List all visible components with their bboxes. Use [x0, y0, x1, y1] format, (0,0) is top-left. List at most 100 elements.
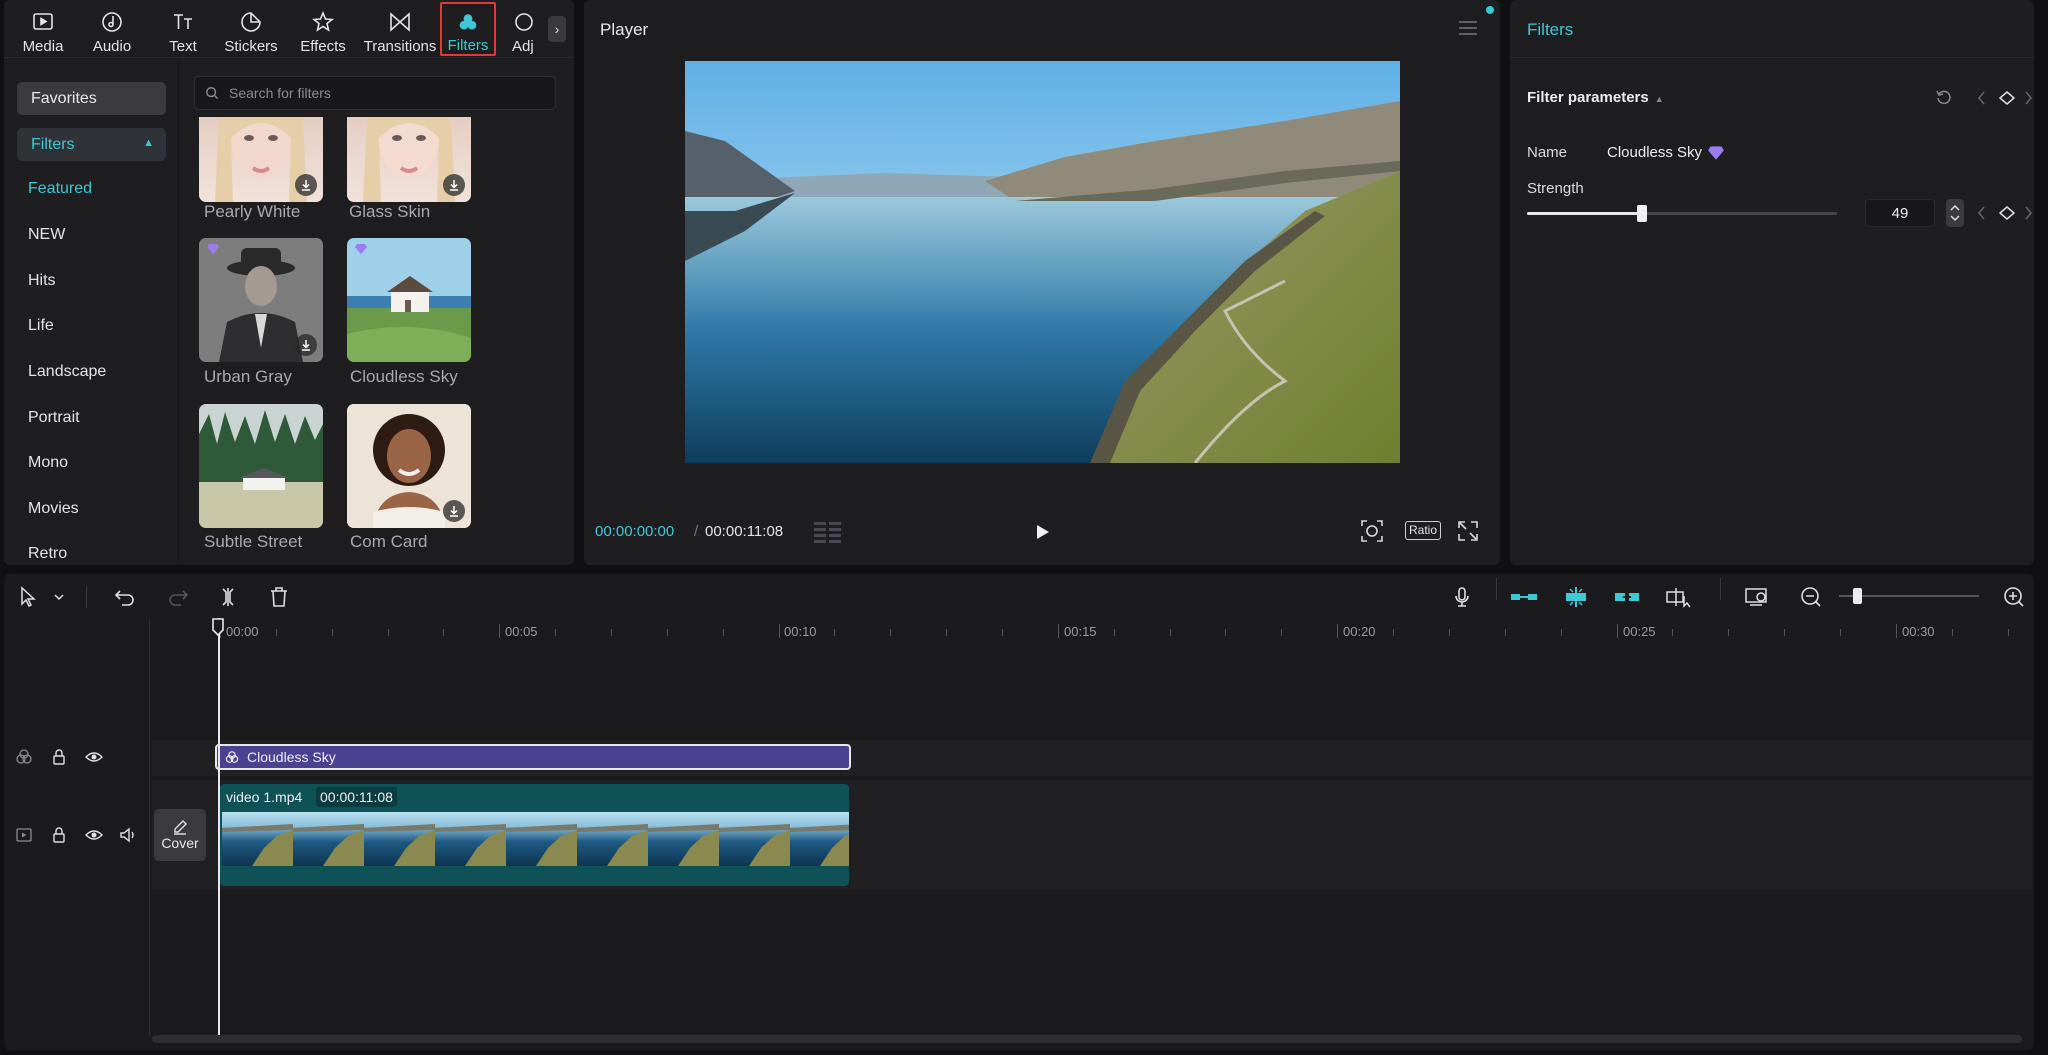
- download-button[interactable]: [295, 174, 317, 196]
- video-clip[interactable]: video 1.mp4 00:00:11:08: [220, 784, 849, 886]
- preview-axis-icon[interactable]: [1664, 586, 1694, 608]
- tab-filters[interactable]: Filters: [440, 2, 496, 56]
- fullscreen-icon[interactable]: [1457, 520, 1479, 542]
- download-button[interactable]: [295, 334, 317, 356]
- split-icon[interactable]: [217, 586, 239, 608]
- filter-thumb-com-card[interactable]: [347, 404, 471, 528]
- keyframe-nav-icon[interactable]: [1976, 90, 2034, 106]
- category-filters[interactable]: Filters ▲: [17, 128, 166, 161]
- timeline-thumbnail-icon[interactable]: [1744, 586, 1770, 608]
- ruler-tick: [1895, 624, 1897, 638]
- filters-icon: [459, 14, 477, 30]
- tab-audio-label: Audio: [92, 38, 132, 55]
- microphone-icon[interactable]: [1451, 586, 1473, 608]
- chevron-right-icon: ›: [554, 21, 560, 37]
- zoom-slider[interactable]: [1839, 588, 1979, 604]
- ruler-label: 00:15: [1064, 624, 1097, 639]
- filter-thumb-pearly-white[interactable]: [199, 117, 323, 202]
- timecode-separator: /: [694, 523, 699, 540]
- playhead[interactable]: [218, 618, 220, 1036]
- screenshot-icon[interactable]: [1360, 519, 1384, 543]
- video-preview[interactable]: [685, 61, 1400, 463]
- category-favorites[interactable]: Favorites: [17, 82, 166, 115]
- search-input[interactable]: [229, 85, 529, 101]
- filter-thumb-subtle-street[interactable]: [199, 404, 323, 528]
- tab-text[interactable]: Text: [158, 2, 208, 56]
- ruler-tick: [1784, 629, 1786, 636]
- select-cursor-icon[interactable]: [18, 586, 40, 608]
- strength-input[interactable]: 49: [1865, 199, 1935, 227]
- main-track-magnet-icon[interactable]: [1509, 586, 1539, 608]
- zoom-in-icon[interactable]: [2003, 586, 2025, 608]
- zoom-out-icon[interactable]: [1800, 586, 1822, 608]
- filmstrip-frame: [506, 812, 577, 866]
- filter-clip[interactable]: Cloudless Sky: [215, 744, 851, 770]
- tab-transitions[interactable]: Transitions: [360, 2, 440, 56]
- reset-icon[interactable]: [1935, 88, 1953, 106]
- category-new[interactable]: NEW: [28, 226, 65, 244]
- strength-slider[interactable]: [1527, 205, 1837, 222]
- auto-snap-icon[interactable]: [1561, 586, 1591, 608]
- tab-stickers[interactable]: Stickers: [221, 2, 281, 56]
- timeline-horizontal-scrollbar[interactable]: [152, 1035, 2022, 1043]
- zoom-slider-thumb[interactable]: [1853, 588, 1862, 604]
- eye-icon[interactable]: [85, 748, 103, 766]
- ruler-tick: [890, 629, 892, 636]
- play-icon[interactable]: [1032, 522, 1052, 542]
- playhead-handle-icon[interactable]: [211, 618, 225, 636]
- stepper-arrows-icon: [1950, 204, 1960, 222]
- premium-gem-icon: [355, 244, 367, 254]
- eye-icon[interactable]: [85, 826, 103, 844]
- redo-icon[interactable]: [167, 586, 189, 608]
- chevron-down-icon[interactable]: [52, 586, 66, 608]
- category-hits[interactable]: Hits: [28, 272, 56, 290]
- lock-icon[interactable]: [50, 748, 68, 766]
- download-icon: [450, 180, 458, 191]
- category-landscape[interactable]: Landscape: [28, 363, 106, 381]
- strength-slider-thumb[interactable]: [1637, 205, 1648, 222]
- filter-thumb-urban-gray[interactable]: [199, 238, 323, 362]
- strength-stepper[interactable]: [1946, 199, 1964, 227]
- audio-icon: [102, 12, 122, 32]
- category-retro[interactable]: Retro: [28, 545, 67, 563]
- ruler-tick: [443, 629, 445, 636]
- delete-icon[interactable]: [268, 586, 290, 608]
- filmstrip-frame: [577, 812, 648, 866]
- download-icon: [302, 340, 310, 351]
- filter-parameters-heading[interactable]: Filter parameters ▲: [1527, 89, 1664, 106]
- speaker-icon[interactable]: [119, 826, 137, 844]
- tab-adjustment[interactable]: Adj: [512, 2, 542, 56]
- linkage-icon[interactable]: [1612, 586, 1642, 608]
- ruler-tick: [1672, 629, 1674, 636]
- tab-audio[interactable]: Audio: [87, 2, 137, 56]
- download-button[interactable]: [443, 500, 465, 522]
- toolbar-divider: [86, 586, 87, 608]
- ruler-tick: [778, 624, 780, 638]
- category-life[interactable]: Life: [28, 317, 54, 335]
- tab-transitions-label: Transitions: [363, 38, 437, 55]
- download-button[interactable]: [443, 174, 465, 196]
- menu-icon[interactable]: [1458, 20, 1478, 36]
- keyframe-nav-icon[interactable]: [1976, 205, 2034, 221]
- cover-button[interactable]: Cover: [154, 809, 206, 861]
- tab-effects[interactable]: Effects: [295, 2, 351, 56]
- ruler-label: 00:00: [226, 624, 259, 639]
- category-featured[interactable]: Featured: [28, 180, 92, 198]
- category-portrait[interactable]: Portrait: [28, 409, 80, 427]
- strength-slider-fill: [1527, 212, 1643, 215]
- category-movies[interactable]: Movies: [28, 500, 79, 518]
- tab-media[interactable]: Media: [18, 2, 68, 56]
- timeline-grid-icon[interactable]: [813, 520, 843, 544]
- filter-search-box[interactable]: [194, 76, 556, 110]
- tab-effects-label: Effects: [300, 38, 346, 55]
- lock-icon[interactable]: [50, 826, 68, 844]
- ratio-button[interactable]: Ratio: [1405, 521, 1442, 540]
- undo-icon[interactable]: [114, 586, 136, 608]
- category-mono[interactable]: Mono: [28, 454, 68, 472]
- ruler-tick: [1393, 629, 1395, 636]
- search-icon: [206, 87, 219, 100]
- filmstrip-frame: [648, 812, 719, 866]
- tabs-more-button[interactable]: ›: [548, 16, 566, 42]
- filter-thumb-cloudless-sky[interactable]: [347, 238, 471, 362]
- filter-thumb-glass-skin[interactable]: [347, 117, 471, 202]
